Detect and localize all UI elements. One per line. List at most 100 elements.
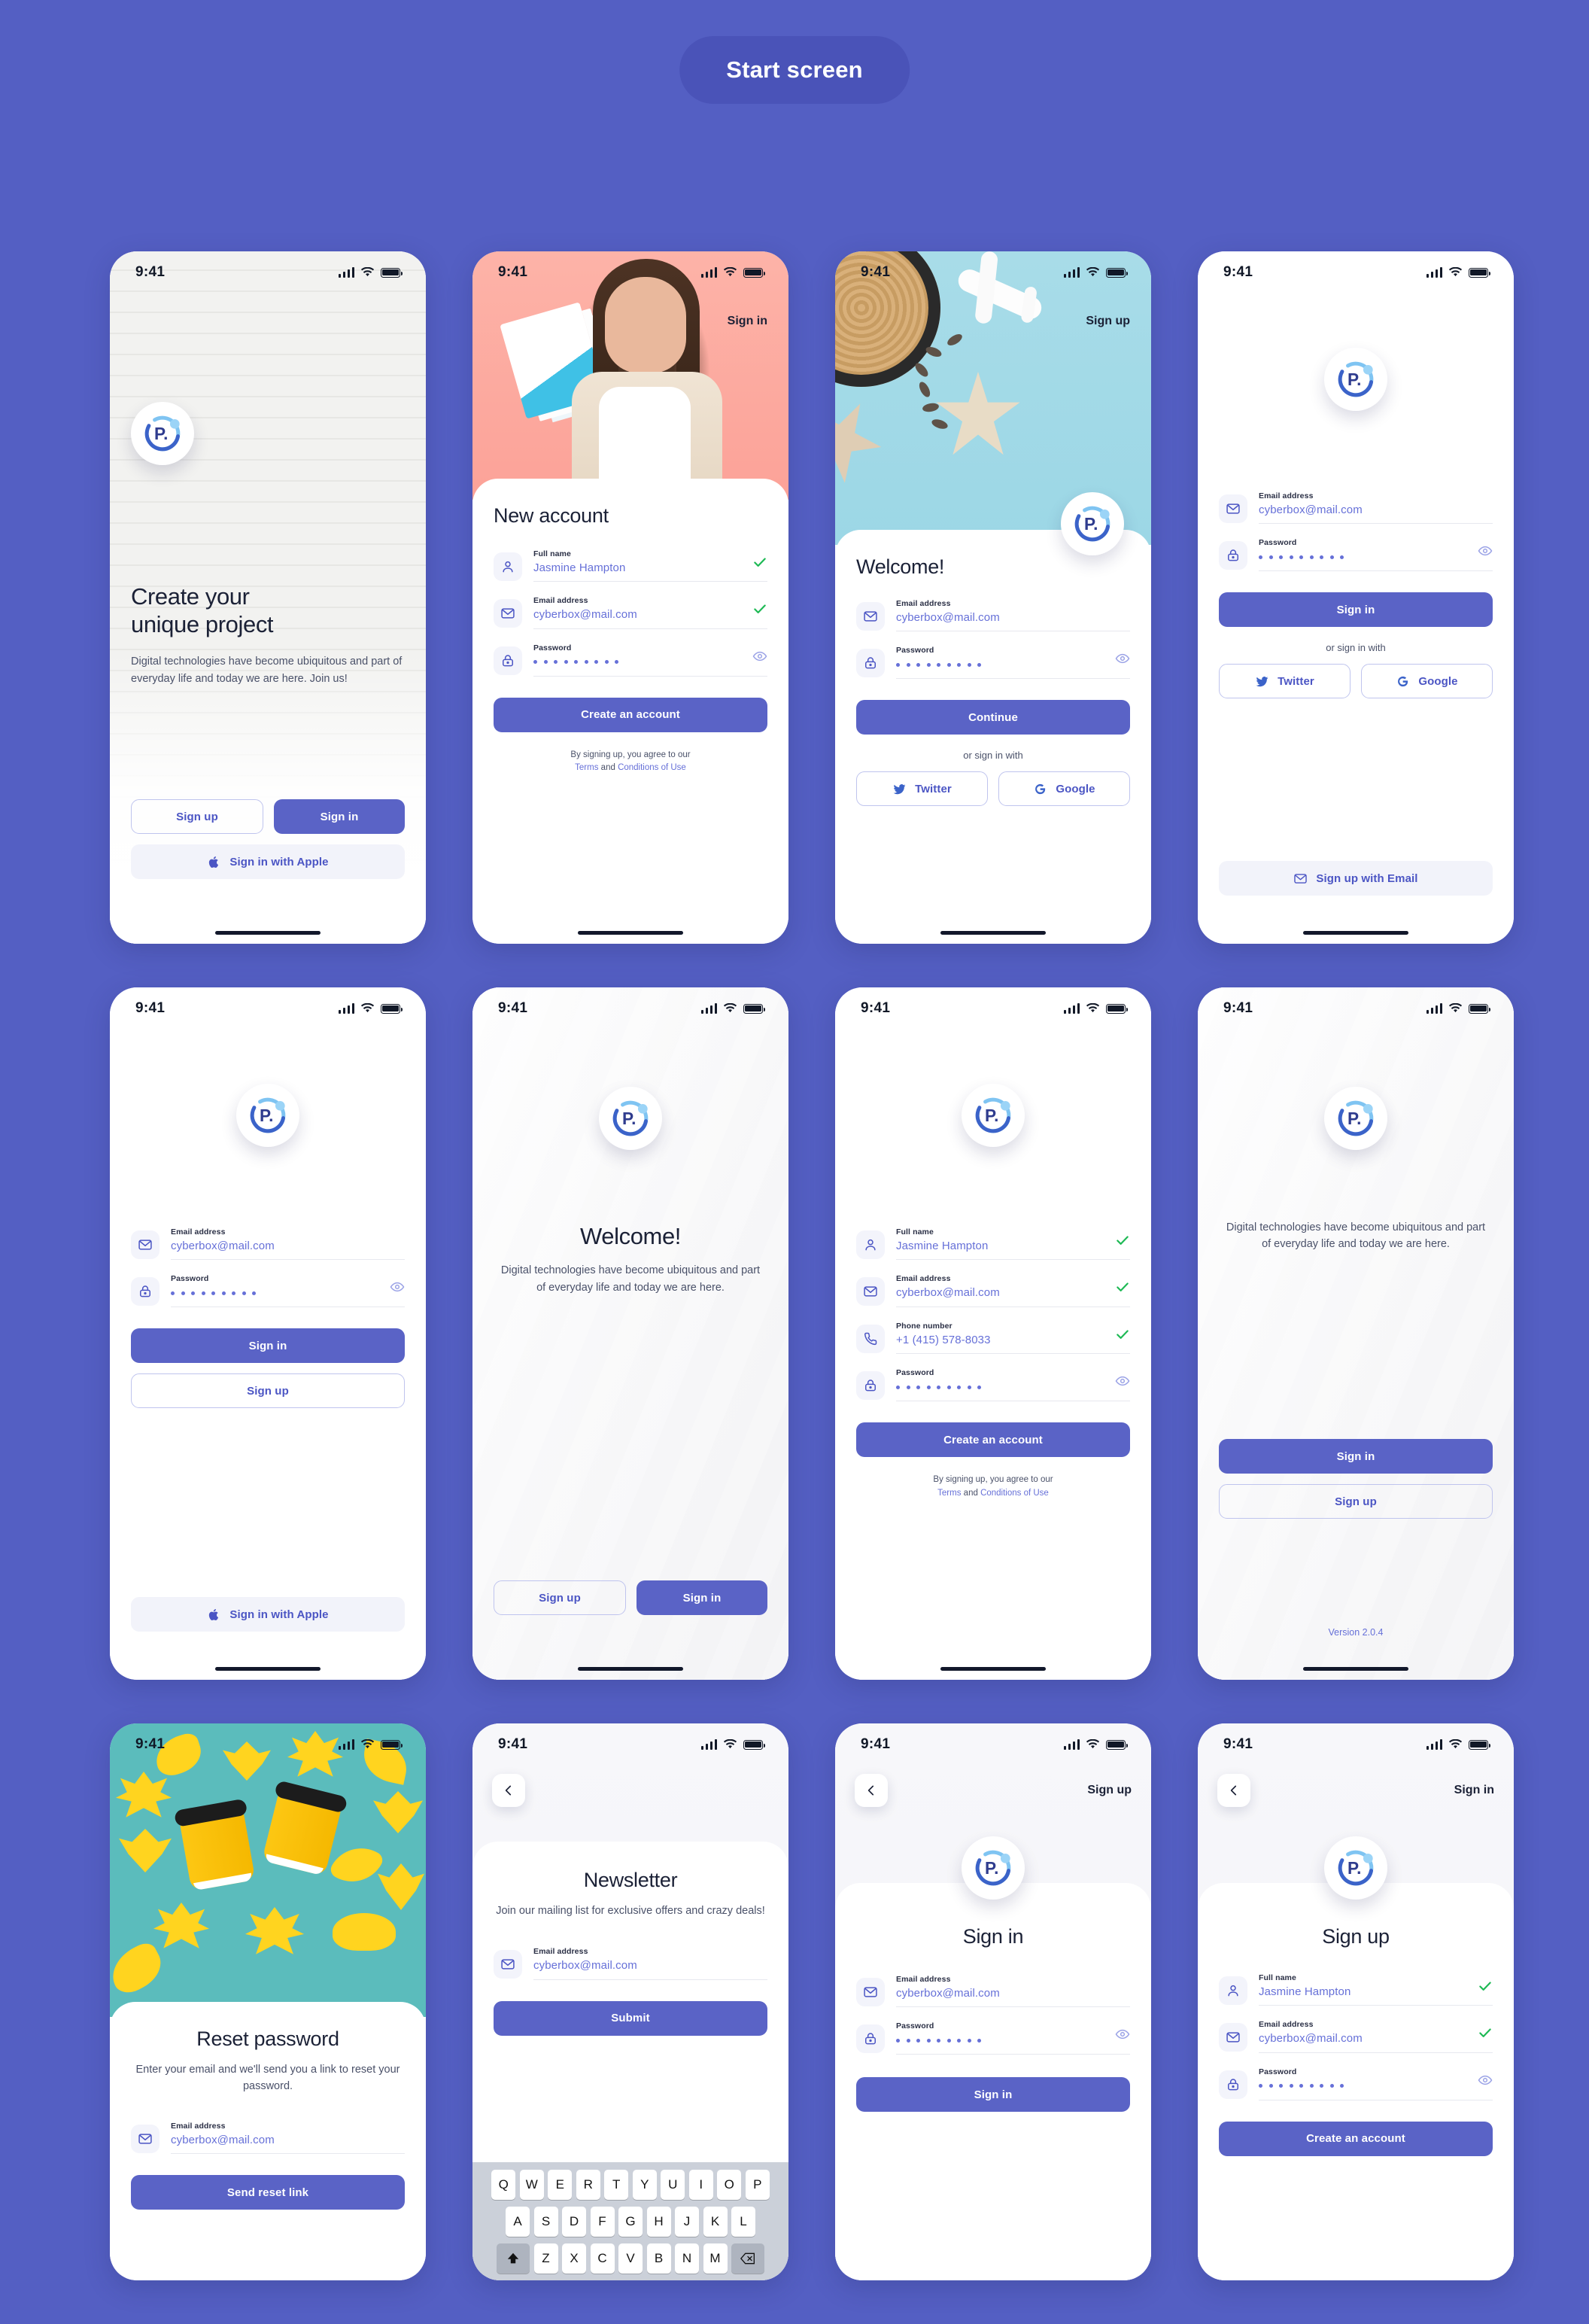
submit-button[interactable]: Submit (494, 2000, 767, 2036)
field-full-name[interactable]: Full name Jasmine Hampton (1219, 1973, 1493, 2006)
field-email[interactable]: Email address cyberbox@mail.com (1219, 2019, 1493, 2053)
key-v[interactable]: V (618, 2243, 643, 2274)
sign-in-button[interactable]: Sign in (131, 1328, 405, 1364)
eye-icon[interactable] (390, 1279, 405, 1294)
key-c[interactable]: C (590, 2243, 615, 2274)
key-r[interactable]: R (576, 2170, 600, 2200)
shift-key[interactable] (497, 2243, 530, 2274)
field-full-name[interactable]: Full name Jasmine Hampton (856, 1227, 1130, 1261)
cellular-bars-icon (338, 267, 354, 278)
sign-in-button[interactable]: Sign in (1219, 592, 1493, 628)
back-button[interactable] (1217, 1774, 1250, 1807)
eye-icon[interactable] (1478, 543, 1493, 558)
legal-and: and (963, 1488, 978, 1498)
key-g[interactable]: G (618, 2207, 643, 2237)
back-button[interactable] (855, 1774, 888, 1807)
status-time: 9:41 (1223, 1000, 1253, 1016)
back-button[interactable] (492, 1774, 525, 1807)
twitter-button[interactable]: Twitter (1219, 664, 1350, 699)
nav-sign-up-link[interactable]: Sign up (1086, 315, 1130, 328)
key-j[interactable]: J (675, 2207, 699, 2237)
sign-up-button[interactable]: Sign up (494, 1580, 626, 1615)
sign-in-button[interactable]: Sign in (1219, 1439, 1493, 1474)
create-account-button[interactable]: Create an account (494, 697, 767, 732)
google-button[interactable]: Google (1361, 664, 1493, 699)
field-password[interactable]: Password (494, 643, 767, 677)
eye-icon[interactable] (1478, 2073, 1493, 2088)
key-t[interactable]: T (604, 2170, 629, 2200)
key-a[interactable]: A (506, 2207, 530, 2237)
field-password[interactable]: Password (1219, 2067, 1493, 2100)
key-l[interactable]: L (731, 2207, 755, 2237)
continue-button[interactable]: Continue (856, 700, 1130, 735)
nav-sign-in-link[interactable]: Sign in (1454, 1784, 1494, 1797)
field-password[interactable]: Password (131, 1273, 405, 1308)
field-label: Email address (171, 2121, 226, 2131)
sign-up-button[interactable]: Sign up (1219, 1484, 1493, 1519)
key-q[interactable]: Q (491, 2170, 516, 2200)
key-w[interactable]: W (519, 2170, 544, 2200)
start-screen-pill[interactable]: Start screen (679, 36, 910, 104)
eye-icon[interactable] (1115, 651, 1130, 666)
twitter-button[interactable]: Twitter (856, 771, 988, 807)
sign-up-button[interactable]: Sign up (131, 799, 263, 834)
key-p[interactable]: P (745, 2170, 770, 2200)
field-full-name[interactable]: Full name Jasmine Hampton (494, 549, 767, 583)
key-x[interactable]: X (562, 2243, 586, 2274)
sign-in-with-apple-button[interactable]: Sign in with Apple (131, 1597, 405, 1632)
key-e[interactable]: E (548, 2170, 573, 2200)
sign-up-button[interactable]: Sign up (131, 1373, 405, 1409)
field-email[interactable]: Email address cyberbox@mail.com (131, 1227, 405, 1261)
key-s[interactable]: S (533, 2207, 558, 2237)
field-password[interactable]: Password (856, 1367, 1130, 1401)
field-email[interactable]: Email address cyberbox@mail.com (131, 2121, 405, 2155)
key-z[interactable]: Z (533, 2243, 558, 2274)
eye-icon[interactable] (1115, 1373, 1130, 1389)
key-m[interactable]: M (703, 2243, 728, 2274)
key-i[interactable]: I (688, 2170, 713, 2200)
field-phone[interactable]: Phone number +1 (415) 578-8033 (856, 1321, 1130, 1355)
field-email[interactable]: Email address cyberbox@mail.com (494, 595, 767, 629)
key-o[interactable]: O (717, 2170, 742, 2200)
key-u[interactable]: U (661, 2170, 685, 2200)
key-d[interactable]: D (562, 2207, 586, 2237)
key-n[interactable]: N (675, 2243, 699, 2274)
field-email[interactable]: Email address cyberbox@mail.com (856, 598, 1130, 632)
eye-icon[interactable] (752, 649, 767, 664)
conditions-link[interactable]: Conditions of Use (618, 763, 686, 772)
conditions-link[interactable]: Conditions of Use (980, 1489, 1049, 1498)
field-password[interactable]: Password (1219, 537, 1493, 572)
field-email[interactable]: Email address cyberbox@mail.com (494, 1946, 767, 1980)
sign-in-button[interactable]: Sign in (856, 2077, 1130, 2113)
backspace-key[interactable] (731, 2243, 764, 2274)
shell-graphic (945, 332, 965, 348)
onscreen-keyboard[interactable]: Q W E R T Y U I O P A S D F G H J K L Z … (472, 2162, 788, 2280)
sign-up-with-email-button[interactable]: Sign up with Email (1219, 861, 1493, 896)
key-b[interactable]: B (646, 2243, 671, 2274)
terms-link[interactable]: Terms (937, 1489, 961, 1498)
key-y[interactable]: Y (632, 2170, 657, 2200)
field-email[interactable]: Email address cyberbox@mail.com (856, 1273, 1130, 1307)
cellular-bars-icon (700, 1003, 717, 1014)
battery-icon (743, 1739, 765, 1750)
eye-icon[interactable] (1115, 2027, 1130, 2042)
field-email[interactable]: Email address cyberbox@mail.com (856, 1974, 1130, 2008)
key-h[interactable]: H (646, 2207, 671, 2237)
field-email[interactable]: Email address cyberbox@mail.com (1219, 491, 1493, 525)
key-f[interactable]: F (590, 2207, 615, 2237)
sign-in-button[interactable]: Sign in (274, 799, 405, 834)
key-k[interactable]: K (703, 2207, 728, 2237)
battery-icon (1106, 1003, 1128, 1014)
status-icons (700, 1003, 765, 1014)
field-password[interactable]: Password (856, 645, 1130, 680)
google-button[interactable]: Google (998, 771, 1130, 807)
sign-in-with-apple-button[interactable]: Sign in with Apple (131, 844, 405, 879)
create-account-button[interactable]: Create an account (856, 1422, 1130, 1457)
send-reset-link-button[interactable]: Send reset link (131, 2175, 405, 2210)
field-password[interactable]: Password (856, 2021, 1130, 2055)
terms-link[interactable]: Terms (575, 763, 598, 772)
create-account-button[interactable]: Create an account (1219, 2121, 1493, 2156)
nav-sign-up-link[interactable]: Sign up (1087, 1784, 1132, 1797)
sign-in-button[interactable]: Sign in (637, 1580, 767, 1615)
nav-sign-in-link[interactable]: Sign in (728, 315, 767, 328)
